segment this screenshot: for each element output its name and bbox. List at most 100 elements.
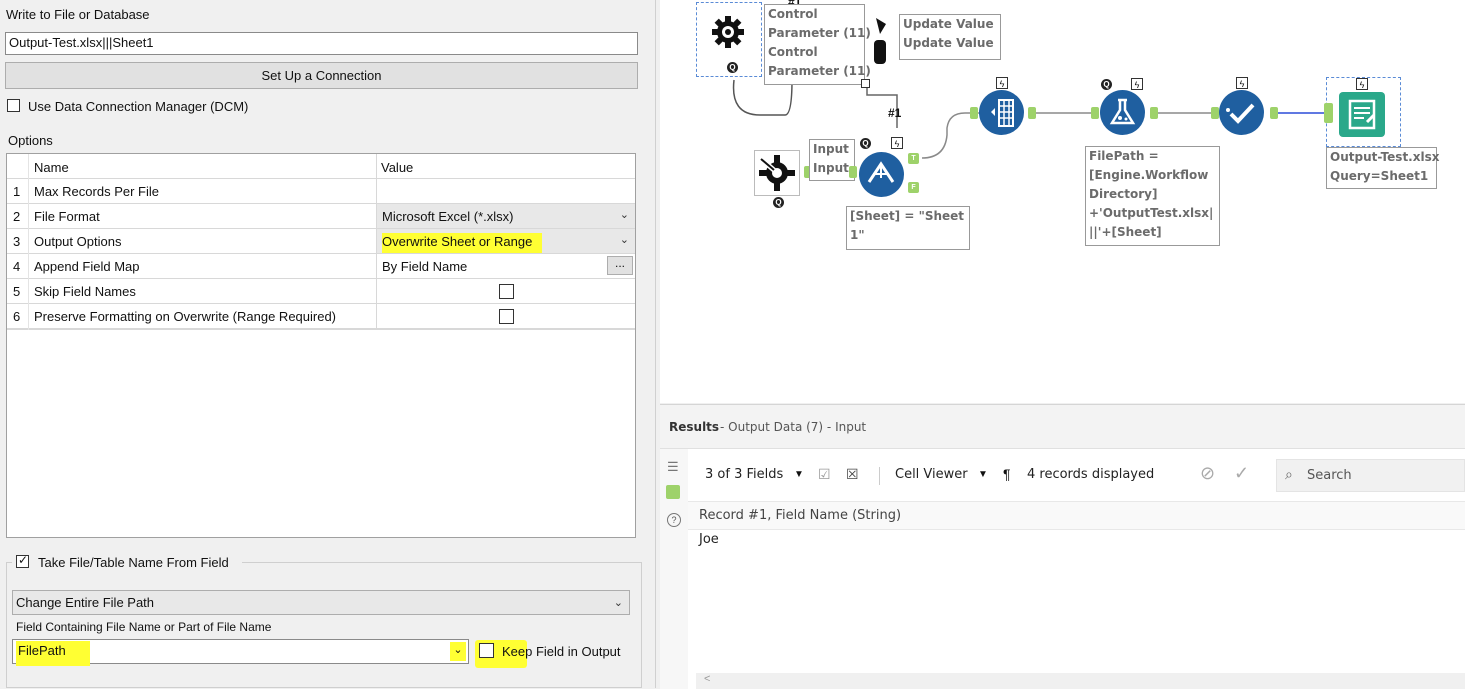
check-icon[interactable]: ✓ xyxy=(1234,463,1249,484)
results-panel: Results - Output Data (7) - Input ☰ ? 3 … xyxy=(660,404,1465,689)
input-anchor-icon xyxy=(849,166,857,178)
file-path-value: Output-Test.xlsx|||Sheet1 xyxy=(9,35,154,50)
horizontal-scrollbar[interactable]: < xyxy=(696,673,1465,689)
keep-field-label: Keep Field in Output xyxy=(502,644,621,659)
chevron-down-icon: ⌄ xyxy=(619,234,629,246)
output-anchor-icon xyxy=(1028,107,1036,119)
records-count: 4 records displayed xyxy=(1027,467,1155,482)
row-number: 6 xyxy=(13,309,21,324)
append-field-map-button[interactable]: ... xyxy=(607,256,633,275)
row-number: 4 xyxy=(13,259,21,274)
field-label: Field Containing File Name or Part of Fi… xyxy=(16,620,272,634)
q-badge-icon: Q xyxy=(1101,79,1112,90)
row-number: 2 xyxy=(13,209,21,224)
chevron-down-icon[interactable]: ▼ xyxy=(978,469,988,480)
output-options-dropdown[interactable]: Overwrite Sheet or Range ⌄ xyxy=(376,229,635,253)
list-icon[interactable]: ☰ xyxy=(667,459,679,475)
input-anchor-icon xyxy=(1324,103,1333,123)
keep-field-checkbox[interactable] xyxy=(479,643,494,658)
output-anchor-icon xyxy=(861,79,870,88)
options-grid: Name Value 1 Max Records Per File 2 File… xyxy=(6,153,636,538)
skip-field-names-checkbox[interactable] xyxy=(499,284,514,299)
max-records-input[interactable] xyxy=(376,179,635,203)
filter-tool-icon[interactable] xyxy=(859,152,904,197)
table-row[interactable]: 5 Skip Field Names xyxy=(7,279,635,304)
results-column-header[interactable]: Record #1, Field Name (String) xyxy=(688,501,1465,530)
fields-selector[interactable]: 3 of 3 Fields xyxy=(705,467,783,482)
workflow-canvas[interactable]: Q #1 Control Parameter (11) Control Para… xyxy=(660,0,1465,403)
update-value-annotation: Update Value Update Value xyxy=(899,14,1001,60)
dcm-label: Use Data Connection Manager (DCM) xyxy=(28,99,249,114)
cancel-icon[interactable]: ⊘ xyxy=(1200,463,1215,484)
clear-icon[interactable]: ☒ xyxy=(846,466,859,483)
row-name: Append Field Map xyxy=(34,259,140,274)
check-tool-icon[interactable] xyxy=(1219,90,1264,135)
table-row[interactable]: 2 File Format Microsoft Excel (*.xlsx) ⌄ xyxy=(7,204,635,229)
skip-field-names-cell xyxy=(376,279,635,303)
lightning-icon: ϟ xyxy=(1131,78,1143,90)
write-label: Write to File or Database xyxy=(6,7,150,22)
take-name-checkbox[interactable] xyxy=(16,553,29,568)
col-value-header: Value xyxy=(381,160,414,175)
change-mode-dropdown[interactable]: Change Entire File Path ⌄ xyxy=(12,590,630,615)
row-number: 5 xyxy=(13,284,21,299)
cell-value[interactable]: Joe xyxy=(699,532,719,547)
file-path-input[interactable]: Output-Test.xlsx|||Sheet1 xyxy=(5,32,638,55)
lightning-icon: ϟ xyxy=(891,137,903,149)
cell-viewer-button[interactable]: Cell Viewer xyxy=(895,467,968,482)
chevron-left-icon[interactable]: < xyxy=(704,673,710,685)
preserve-formatting-checkbox[interactable] xyxy=(499,309,514,324)
table-row[interactable]: 6 Preserve Formatting on Overwrite (Rang… xyxy=(7,304,635,329)
setup-connection-button[interactable]: Set Up a Connection xyxy=(5,62,638,89)
row-name: File Format xyxy=(34,209,100,224)
input-anchor-icon xyxy=(1211,107,1219,119)
table-row[interactable]: 4 Append Field Map By Field Name ... xyxy=(7,254,635,279)
connection-hash-mid: #1 xyxy=(888,106,902,120)
pilcrow-icon[interactable]: ¶ xyxy=(1003,466,1011,482)
output-data-tool-icon[interactable] xyxy=(1339,92,1385,137)
macro-input-icon[interactable] xyxy=(754,150,800,196)
filter-true-anchor: T xyxy=(908,153,919,164)
field-select-value: FilePath xyxy=(16,641,90,666)
options-label: Options xyxy=(8,133,53,148)
q-badge-icon: Q xyxy=(860,138,871,149)
chevron-down-icon: ⌄ xyxy=(613,597,623,609)
row-name: Output Options xyxy=(34,234,122,249)
row-number: 3 xyxy=(13,234,21,249)
results-subtitle: - Output Data (7) - Input xyxy=(720,420,867,434)
formula-annotation: FilePath = [Engine.Workflow Directory] +… xyxy=(1085,146,1220,246)
output-annotation: Output-Test.xlsx Query=Sheet1 xyxy=(1326,147,1439,189)
row-name: Skip Field Names xyxy=(34,284,136,299)
output-config-panel: Write to File or Database Output-Test.xl… xyxy=(0,0,656,688)
action-tool-icon[interactable] xyxy=(872,16,888,66)
table-row[interactable]: 1 Max Records Per File xyxy=(7,179,635,204)
checkbox-icon[interactable]: ☑ xyxy=(818,466,831,483)
chevron-down-icon: ⌄ xyxy=(619,209,629,221)
row-name: Preserve Formatting on Overwrite (Range … xyxy=(34,309,337,324)
col-name-header: Name xyxy=(34,160,69,175)
table-row[interactable]: 3 Output Options Overwrite Sheet or Rang… xyxy=(7,229,635,254)
row-number: 1 xyxy=(13,184,21,199)
preserve-formatting-cell xyxy=(376,304,635,328)
select-tool-icon[interactable] xyxy=(979,90,1024,135)
file-format-dropdown[interactable]: Microsoft Excel (*.xlsx) ⌄ xyxy=(376,204,635,228)
results-title: Results xyxy=(669,420,720,434)
chevron-down-icon[interactable]: ▼ xyxy=(794,469,804,480)
formula-tool-icon[interactable] xyxy=(1100,90,1145,135)
dcm-checkbox[interactable] xyxy=(7,99,20,112)
column-header-label: Record #1, Field Name (String) xyxy=(699,508,902,523)
append-field-map-text: By Field Name xyxy=(382,259,468,274)
q-badge-icon: Q xyxy=(727,62,738,73)
input-anchor-icon xyxy=(1091,107,1099,119)
search-placeholder: Search xyxy=(1307,468,1352,483)
help-icon[interactable]: ? xyxy=(667,513,681,527)
search-input[interactable]: ⌕ Search xyxy=(1276,459,1465,492)
data-view-icon[interactable] xyxy=(666,485,680,499)
change-mode-value: Change Entire File Path xyxy=(16,595,155,610)
append-field-map-value[interactable]: By Field Name ... xyxy=(376,254,635,278)
toolbar-divider xyxy=(879,467,880,485)
field-select-dropdown[interactable]: FilePath ⌄ xyxy=(12,639,469,666)
take-name-label: Take File/Table Name From Field xyxy=(38,555,229,570)
gear-icon[interactable] xyxy=(710,14,746,50)
file-format-value: Microsoft Excel (*.xlsx) xyxy=(382,209,514,224)
